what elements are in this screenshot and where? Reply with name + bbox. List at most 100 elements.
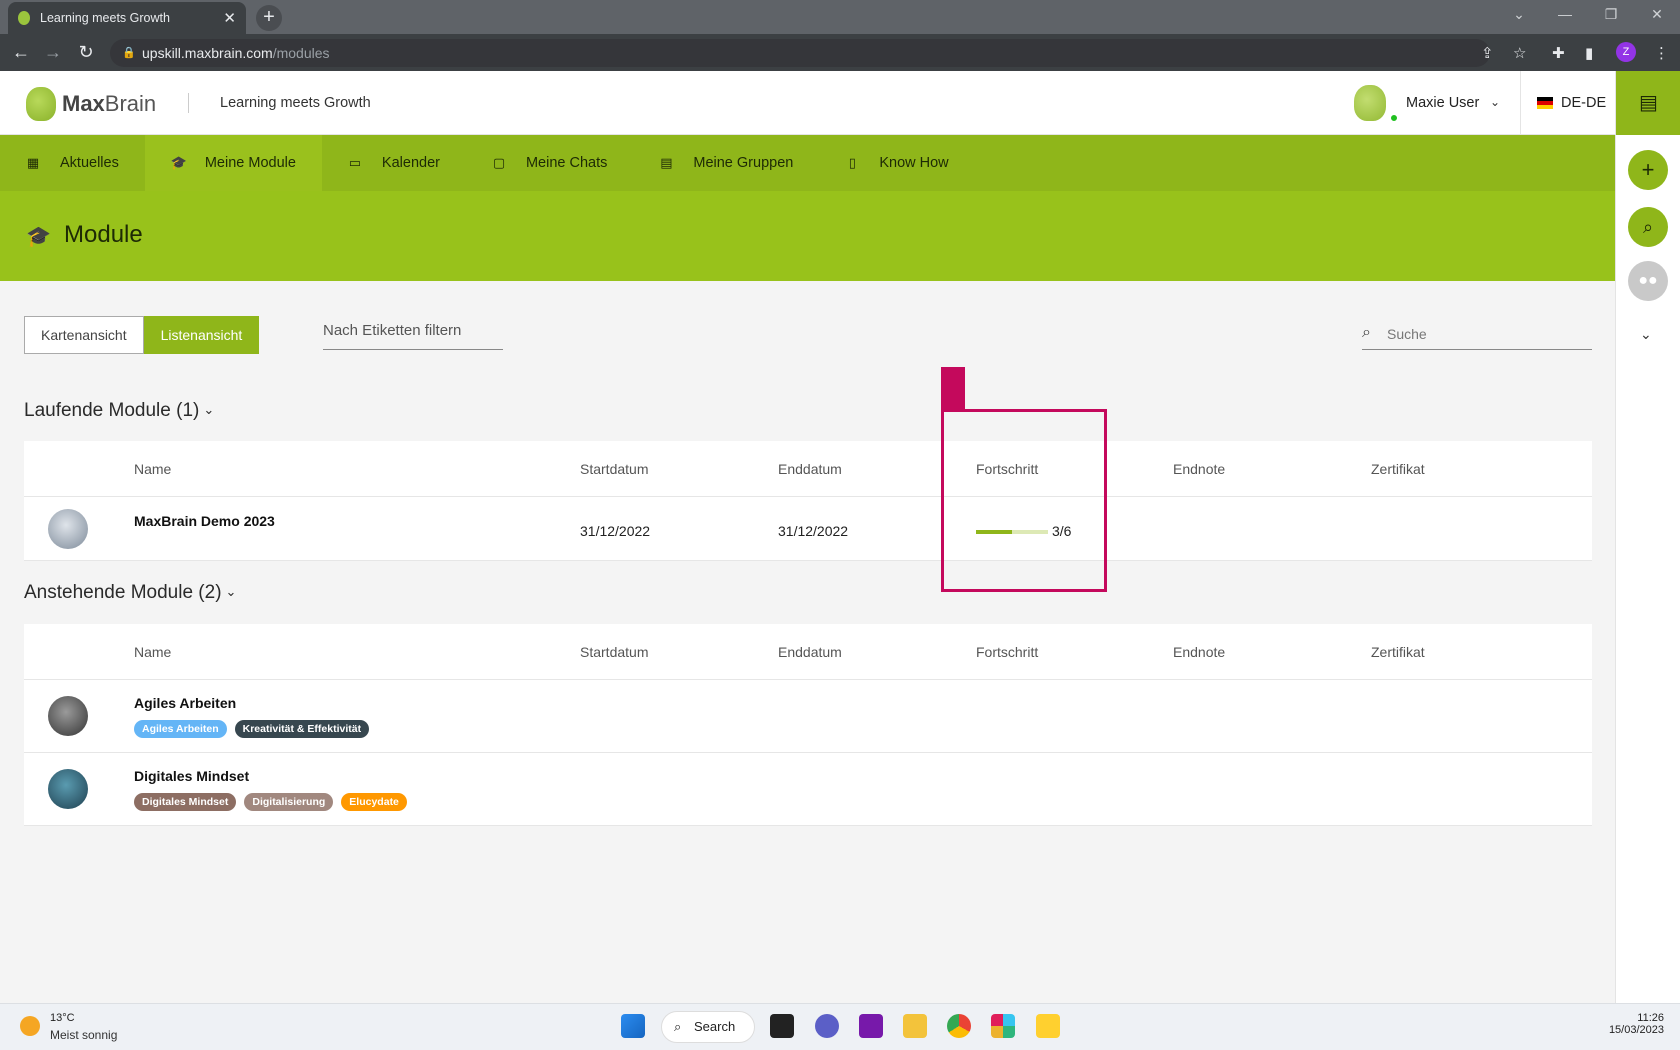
tag-list: Agiles Arbeiten Kreativität & Effektivit… (134, 720, 370, 738)
miro-icon[interactable] (1036, 1014, 1060, 1038)
column-header-certificate[interactable]: Zertifikat (1371, 461, 1425, 477)
maxbrain-logo[interactable]: MaxBrain (26, 87, 156, 121)
tag-filter-input[interactable]: Nach Etiketten filtern (323, 322, 503, 350)
module-name[interactable]: MaxBrain Demo 2023 (134, 513, 275, 529)
page-title-band: 🎓 Module (0, 191, 1615, 281)
add-button[interactable]: + (1628, 150, 1668, 190)
column-header-end[interactable]: Enddatum (778, 644, 842, 660)
teams-chat-icon[interactable] (815, 1014, 839, 1038)
tab-search-icon[interactable]: ⌄ (1496, 0, 1542, 30)
module-name[interactable]: Agiles Arbeiten (134, 695, 236, 711)
search-input[interactable]: ⌕ Suche (1362, 322, 1592, 350)
highlight-box (941, 409, 1107, 592)
bookmark-star-icon[interactable]: ☆ (1513, 44, 1526, 62)
weather-sun-icon[interactable] (20, 1016, 40, 1036)
profile-avatar[interactable]: Z (1616, 42, 1636, 62)
windows-start-icon[interactable] (621, 1014, 645, 1038)
people-icon[interactable]: ●● (1628, 261, 1668, 301)
file-explorer-icon[interactable] (903, 1014, 927, 1038)
tab-title: Learning meets Growth (40, 11, 170, 25)
end-date: 31/12/2022 (778, 523, 849, 539)
nav-item-aktuelles[interactable]: ▦ Aktuelles (0, 135, 145, 191)
share-icon[interactable]: ⇪ (1481, 44, 1494, 62)
table-header: Name Startdatum Enddatum Fortschritt End… (24, 441, 1592, 497)
reload-icon[interactable]: ↻ (75, 42, 97, 63)
upcoming-modules-table: Name Startdatum Enddatum Fortschritt End… (24, 624, 1592, 826)
chevron-down-icon[interactable]: ⌄ (1640, 326, 1652, 343)
table-row[interactable]: MaxBrain Demo 2023 31/12/2022 31/12/2022… (24, 497, 1592, 561)
page-title: Module (64, 221, 143, 248)
search-icon[interactable]: ⌕ (1628, 207, 1668, 247)
side-panel-icon[interactable]: ▮ (1585, 44, 1593, 62)
main-nav: ▦ Aktuelles 🎓 Meine Module ▭ Kalender ▢ … (0, 135, 1615, 191)
graduation-cap-icon: 🎓 (170, 155, 188, 170)
tab-close-icon[interactable]: ✕ (223, 9, 236, 27)
tag-chip[interactable]: Agiles Arbeiten (134, 720, 227, 738)
browser-menu-icon[interactable]: ⋮ (1654, 44, 1669, 62)
table-row[interactable]: Agiles Arbeiten Agiles Arbeiten Kreativi… (24, 680, 1592, 753)
column-header-end[interactable]: Enddatum (778, 461, 842, 477)
nav-label: Meine Module (204, 155, 296, 171)
column-header-progress[interactable]: Fortschritt (976, 644, 1038, 660)
window-close-icon[interactable]: ✕ (1634, 0, 1680, 30)
nav-item-kalender[interactable]: ▭ Kalender (322, 135, 466, 191)
nav-item-know-how[interactable]: ▯ Know How (819, 135, 974, 191)
nav-item-meine-gruppen[interactable]: ▤ Meine Gruppen (633, 135, 819, 191)
running-modules-heading[interactable]: Laufende Module (1) ⌄ (24, 400, 214, 422)
tag-chip[interactable]: Digitales Mindset (134, 793, 237, 811)
address-bar[interactable]: 🔒 upskill.maxbrain.com/modules (110, 39, 1490, 67)
newspaper-icon: ▦ (26, 155, 40, 170)
german-flag-icon (1537, 97, 1553, 109)
brain-logo-icon (26, 87, 56, 121)
back-icon[interactable]: ← (10, 42, 32, 63)
tag-chip[interactable]: Elucydate (341, 793, 407, 811)
chat-icon[interactable]: ▤ (1616, 71, 1680, 135)
column-header-grade[interactable]: Endnote (1173, 461, 1225, 477)
search-icon: ⌕ (674, 1019, 682, 1034)
table-row[interactable]: Digitales Mindset Digitales Mindset Digi… (24, 753, 1592, 826)
nav-item-meine-module[interactable]: 🎓 Meine Module (144, 135, 322, 191)
card-view-button[interactable]: Kartenansicht (24, 316, 144, 354)
nav-label: Meine Chats (525, 155, 608, 171)
forward-icon[interactable]: → (42, 42, 64, 63)
minimize-icon[interactable]: — (1542, 0, 1588, 30)
tag-list: Digitales Mindset Digitalisierung Elucyd… (134, 793, 407, 811)
restore-icon[interactable]: ❐ (1588, 0, 1634, 30)
section-title-text: Anstehende Module (2) (24, 582, 222, 603)
new-tab-button[interactable]: + (256, 5, 282, 31)
user-avatar[interactable] (1354, 85, 1386, 121)
module-name[interactable]: Digitales Mindset (134, 768, 249, 784)
app-header: MaxBrain Learning meets Growth Maxie Use… (0, 71, 1615, 135)
task-view-icon[interactable] (770, 1014, 794, 1038)
nav-item-meine-chats[interactable]: ▢ Meine Chats (466, 135, 633, 191)
inbox-icon: ▢ (492, 155, 506, 170)
module-thumbnail (48, 769, 88, 809)
taskbar-clock[interactable]: 11:26 15/03/2023 (1600, 1012, 1664, 1036)
group-folder-icon: ▤ (660, 155, 673, 170)
chrome-icon[interactable] (947, 1014, 971, 1038)
onenote-icon[interactable] (859, 1014, 883, 1038)
graduation-cap-icon: 🎓 (26, 226, 51, 248)
right-rail: ▤ + ⌕ ●● ⌄ (1615, 71, 1680, 1003)
header-divider (188, 93, 189, 113)
column-header-certificate[interactable]: Zertifikat (1371, 644, 1425, 660)
extensions-icon[interactable]: ✚ (1552, 44, 1565, 62)
user-menu[interactable]: Maxie User (1406, 95, 1479, 111)
tag-chip[interactable]: Kreativität & Effektivität (234, 720, 370, 738)
upcoming-modules-heading[interactable]: Anstehende Module (2) ⌄ (24, 582, 236, 604)
logo-text: MaxBrain (62, 91, 157, 116)
column-header-start[interactable]: Startdatum (580, 644, 648, 660)
column-header-name[interactable]: Name (134, 461, 171, 477)
chevron-down-icon[interactable]: ⌄ (1490, 95, 1500, 109)
browser-tab[interactable]: Learning meets Growth ✕ (8, 2, 246, 34)
column-header-start[interactable]: Startdatum (580, 461, 648, 477)
module-thumbnail (48, 696, 88, 736)
tag-chip[interactable]: Digitalisierung (244, 793, 334, 811)
language-selector[interactable]: DE-DE (1561, 95, 1606, 111)
list-view-button[interactable]: Listenansicht (143, 316, 260, 354)
chevron-down-icon: ⌄ (203, 402, 215, 417)
taskbar-search[interactable]: ⌕ Search (661, 1011, 755, 1043)
slack-icon[interactable] (991, 1014, 1015, 1038)
column-header-grade[interactable]: Endnote (1173, 644, 1225, 660)
column-header-name[interactable]: Name (134, 644, 171, 660)
